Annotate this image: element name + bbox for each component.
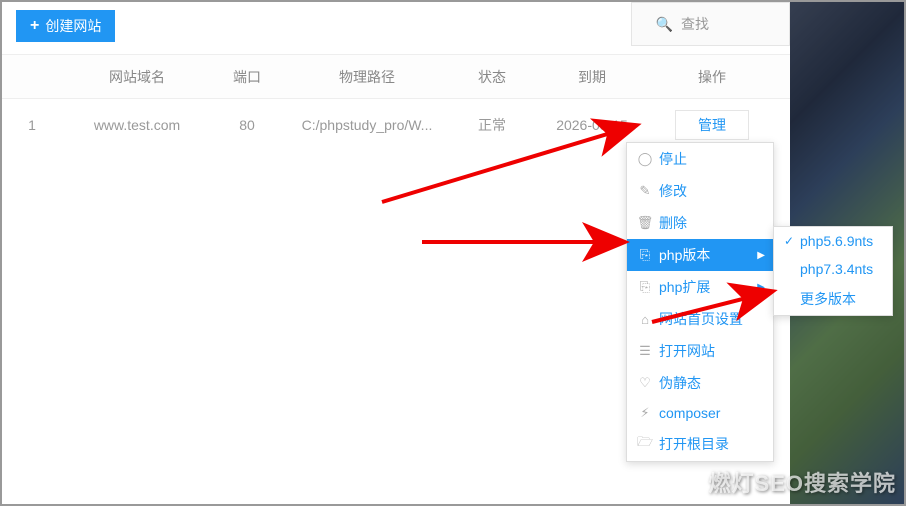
create-site-button[interactable]: + 创建网站 <box>16 10 115 42</box>
check-icon: ✓ <box>784 234 796 248</box>
menu-label: php版本 <box>659 245 710 265</box>
dropdown-item-3[interactable]: ⎘ php版本 ▶ <box>627 239 773 271</box>
table-header: 网站域名 端口 物理路径 状态 到期 操作 <box>2 55 790 99</box>
menu-label: composer <box>659 405 720 421</box>
menu-label: 打开根目录 <box>659 434 729 454</box>
menu-label: php扩展 <box>659 277 710 297</box>
cell-path: C:/phpstudy_pro/W... <box>282 117 452 133</box>
php-version-submenu: ✓ php5.6.9nts php7.3.4nts 更多版本 <box>773 226 893 316</box>
dropdown-item-5[interactable]: ⌂ 网站首页设置 <box>627 303 773 335</box>
submenu-item-2[interactable]: 更多版本 <box>774 283 892 315</box>
chevron-right-icon: ▶ <box>757 282 765 293</box>
submenu-label: php5.6.9nts <box>800 233 873 249</box>
cell-expire: 2026-05-15 <box>532 117 652 133</box>
col-status: 状态 <box>452 67 532 87</box>
col-action: 操作 <box>652 67 772 87</box>
search-placeholder: 查找 <box>681 14 709 34</box>
dropdown-item-2[interactable]: 🗑 删除 <box>627 207 773 239</box>
cell-index: 1 <box>2 117 62 133</box>
manage-button[interactable]: 管理 <box>675 110 749 140</box>
cell-status: 正常 <box>452 115 532 135</box>
plus-icon: + <box>30 17 39 35</box>
dropdown-item-9[interactable]: 🗁 打开根目录 <box>627 427 773 461</box>
menu-label: 打开网站 <box>659 341 715 361</box>
chevron-right-icon: ▶ <box>757 250 765 261</box>
manage-dropdown: ◯ 停止 ✎ 修改 🗑 删除 ⎘ php版本 ▶ ⎘ php扩展 ▶ ⌂ 网站首页设置 ☰ 打开网站 ♡ 伪静态 ⚡… <box>626 142 774 462</box>
menu-label: 修改 <box>659 181 687 201</box>
menu-icon: ✎ <box>637 183 653 199</box>
menu-icon: ♡ <box>637 375 653 391</box>
menu-label: 网站首页设置 <box>659 309 743 329</box>
col-domain: 网站域名 <box>62 67 212 87</box>
dropdown-item-8[interactable]: ⚡︎ composer <box>627 399 773 427</box>
cell-action: 管理 <box>652 110 772 140</box>
menu-icon: ⚡︎ <box>637 405 653 421</box>
watermark: 燃灯SEO搜索学院 <box>709 466 896 498</box>
search-box[interactable]: 🔍 查找 <box>631 2 790 46</box>
app-window: + 创建网站 🔍 查找 网站域名 端口 物理路径 状态 到期 操作 1 www.… <box>0 0 906 506</box>
menu-label: 删除 <box>659 213 687 233</box>
dropdown-item-6[interactable]: ☰ 打开网站 <box>627 335 773 367</box>
menu-label: 停止 <box>659 149 687 169</box>
menu-icon: ◯ <box>637 151 653 167</box>
menu-icon: ⌂ <box>637 312 653 327</box>
col-expire: 到期 <box>532 67 652 87</box>
col-path: 物理路径 <box>282 67 452 87</box>
dropdown-item-4[interactable]: ⎘ php扩展 ▶ <box>627 271 773 303</box>
menu-label: 伪静态 <box>659 373 701 393</box>
dropdown-item-0[interactable]: ◯ 停止 <box>627 143 773 175</box>
submenu-item-0[interactable]: ✓ php5.6.9nts <box>774 227 892 255</box>
submenu-label: 更多版本 <box>800 289 856 309</box>
create-button-label: 创建网站 <box>45 16 101 36</box>
cell-port: 80 <box>212 117 282 133</box>
menu-icon: ⎘ <box>637 247 653 263</box>
col-port: 端口 <box>212 67 282 87</box>
menu-icon: 🗁 <box>637 433 653 455</box>
dropdown-item-7[interactable]: ♡ 伪静态 <box>627 367 773 399</box>
cell-domain: www.test.com <box>62 117 212 133</box>
submenu-item-1[interactable]: php7.3.4nts <box>774 255 892 283</box>
submenu-label: php7.3.4nts <box>800 261 873 277</box>
toolbar: + 创建网站 🔍 查找 <box>2 2 790 50</box>
search-icon: 🔍 <box>656 16 673 33</box>
menu-icon: ⎘ <box>637 279 653 295</box>
menu-icon: ☰ <box>637 343 653 359</box>
menu-icon: 🗑 <box>637 215 653 231</box>
dropdown-item-1[interactable]: ✎ 修改 <box>627 175 773 207</box>
